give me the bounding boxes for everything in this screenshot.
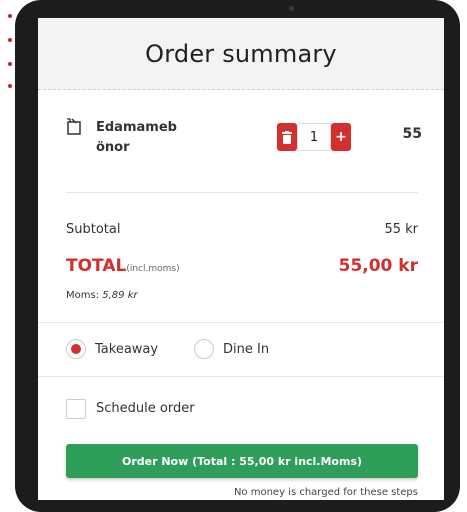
edit-icon[interactable] bbox=[66, 118, 84, 136]
order-summary-panel: Order summary Edamameb önor 1 + 55 Subto… bbox=[38, 18, 444, 500]
moms-label: Moms: bbox=[66, 290, 100, 301]
decor-dot bbox=[8, 84, 12, 88]
schedule-order-label: Schedule order bbox=[96, 401, 195, 416]
decor-dot bbox=[8, 62, 12, 66]
remove-item-button[interactable] bbox=[277, 123, 297, 151]
page-title: Order summary bbox=[145, 39, 337, 68]
item-name: Edamameb önor bbox=[96, 120, 177, 155]
header: Order summary bbox=[38, 18, 444, 90]
total-incl-note: (incl.moms) bbox=[126, 264, 180, 274]
divider bbox=[66, 192, 418, 193]
total-label: TOTAL(incl.moms) bbox=[66, 256, 180, 276]
order-now-button[interactable]: Order Now (Total : 55,00 kr incl.Moms) bbox=[66, 444, 418, 478]
schedule-order-checkbox[interactable] bbox=[66, 399, 86, 419]
radio-label: Dine In bbox=[223, 341, 270, 357]
trash-icon bbox=[282, 130, 292, 144]
divider bbox=[38, 322, 444, 323]
decor-dot bbox=[8, 38, 12, 42]
quantity-stepper: 1 + bbox=[277, 123, 351, 151]
quantity-value: 1 bbox=[297, 123, 331, 151]
radio-button[interactable] bbox=[194, 339, 214, 359]
radio-button-selected[interactable] bbox=[66, 339, 86, 359]
subtotal-value: 55 kr bbox=[384, 222, 418, 237]
order-type-dine-in[interactable]: Dine In bbox=[194, 339, 269, 359]
moms-line: Moms: 5,89 kr bbox=[66, 290, 138, 301]
radio-dot bbox=[71, 344, 81, 354]
total-value: 55,00 kr bbox=[338, 256, 418, 276]
increase-quantity-button[interactable]: + bbox=[331, 123, 351, 151]
subtotal-label: Subtotal bbox=[66, 222, 121, 237]
order-type-takeaway[interactable]: Takeaway bbox=[66, 339, 158, 359]
order-item-row: Edamameb önor 1 + 55 bbox=[66, 118, 422, 162]
radio-label: Takeaway bbox=[95, 341, 159, 357]
divider bbox=[38, 376, 444, 377]
moms-value: 5,89 kr bbox=[102, 290, 138, 301]
camera-dot bbox=[289, 6, 294, 11]
decor-dot bbox=[8, 14, 12, 18]
footer-note: No money is charged for these steps bbox=[233, 487, 418, 498]
item-price: 55 bbox=[402, 126, 422, 142]
total-label-text: TOTAL bbox=[66, 256, 127, 276]
